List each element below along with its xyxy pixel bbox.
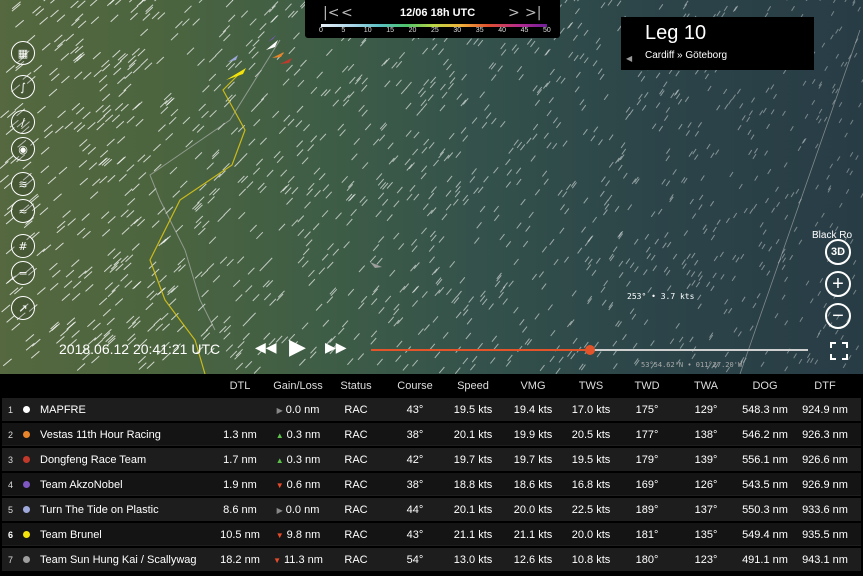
wind-scale-label: 25 xyxy=(431,27,439,34)
boat-mapfre xyxy=(266,40,278,50)
wind-scale-label: 50 xyxy=(543,27,551,34)
current-layer-icon[interactable]: ≈ xyxy=(11,199,35,223)
last-step-button[interactable]: >| xyxy=(525,5,541,21)
boat-turn-the-tide xyxy=(228,55,238,62)
gain-loss-up-icon: ▲ xyxy=(275,456,284,465)
wind-scale-label: 20 xyxy=(408,27,417,34)
rank: 2 xyxy=(8,430,14,440)
wind-scale-label: 5 xyxy=(341,27,346,34)
leg-route: Cardiff » Göteborg xyxy=(645,50,728,61)
rank: 5 xyxy=(8,505,14,515)
table-row[interactable]: 2 Vestas 11th Hour Racing 1.3 nm ▲ 0.3 nm RAC… xyxy=(2,423,861,446)
first-step-button[interactable]: |< xyxy=(323,5,339,21)
team-color-dot xyxy=(23,481,30,488)
leaderboard-table: DTL Gain/Loss Status Course Speed VMG TWS TWD TW… xyxy=(0,374,863,576)
dtf-cell: 935.5 nm xyxy=(802,529,848,541)
team-name[interactable]: Team Brunel xyxy=(40,529,102,541)
boat-vestas xyxy=(272,52,284,58)
rank: 3 xyxy=(8,455,14,465)
table-row[interactable]: 3 Dongfeng Race Team 1.7 nm ▲ 0.3 nm RAC 42° 19… xyxy=(2,448,861,471)
race-map[interactable]: |< < 12/06 18h UTC > >| 0 5 10 15 20 25 30 35 40… xyxy=(0,0,863,374)
table-row[interactable]: 1 MAPFRE ▶ 0.0 nm RAC 43° 19.5 kts 19.4 kts 17.0… xyxy=(2,398,861,421)
column-header-dtf[interactable]: DTF xyxy=(785,380,863,392)
map-layers-icon[interactable]: ▦ xyxy=(11,41,35,65)
collapse-arrow-icon[interactable]: ◀ xyxy=(626,54,632,63)
team-name[interactable]: Team Sun Hung Kai / Scallywag xyxy=(40,554,197,566)
rank: 1 xyxy=(8,405,14,415)
wind-scale-label: 15 xyxy=(386,27,394,34)
boat-scallywag xyxy=(370,262,382,268)
dtf-cell: 926.6 nm xyxy=(802,454,848,466)
rank: 4 xyxy=(8,480,14,490)
track-line-gray xyxy=(149,39,281,331)
table-row[interactable]: 5 Turn The Tide on Plastic 8.6 nm ▶ 0.0 nm RA… xyxy=(2,498,861,521)
wind-scale-label: 35 xyxy=(475,27,484,34)
dtf-cell: 924.9 nm xyxy=(802,404,848,416)
dtf-cell: 933.6 nm xyxy=(802,504,848,516)
play-button[interactable]: ▶ xyxy=(289,335,306,360)
dtf-cell: 926.3 nm xyxy=(802,429,848,441)
wind-layer-icon[interactable]: ≋ xyxy=(11,172,35,196)
boat-team-brunel xyxy=(226,68,246,80)
boat-focus-icon[interactable]: ◉ xyxy=(11,137,35,161)
gain-loss-value: 0.0 nm xyxy=(285,504,320,516)
grid-icon[interactable]: # xyxy=(11,234,35,258)
timeline-bar: |< < 12/06 18h UTC > >| 0 5 10 15 20 25 30 35 40… xyxy=(305,0,560,38)
leg-title: Leg 10 xyxy=(645,22,707,44)
dtf-cell: 943.1 nm xyxy=(802,554,848,566)
gain-loss-down-icon: ▼ xyxy=(275,531,284,540)
table-row[interactable]: 6 Team Brunel 10.5 nm ▼ 9.8 nm RAC 43° 21.1 kts… xyxy=(2,523,861,546)
zoom-in-button[interactable]: + xyxy=(825,271,851,297)
route-tool-icon[interactable]: ∫ xyxy=(11,75,35,99)
team-color-dot xyxy=(23,406,30,413)
prev-step-button[interactable]: < xyxy=(341,5,353,21)
wind-scale-label: 0 xyxy=(319,27,323,34)
team-color-dot xyxy=(23,456,30,463)
rank: 6 xyxy=(8,530,14,540)
gain-loss-flat-icon: ▶ xyxy=(276,506,283,515)
team-name[interactable]: Dongfeng Race Team xyxy=(40,454,146,466)
team-color-dot xyxy=(23,506,30,513)
boat-dongfeng xyxy=(280,58,292,64)
dtf-cell: 926.9 nm xyxy=(802,479,848,491)
playback-clock: 2018.06.12 20:41:21 UTC xyxy=(59,341,221,357)
rewind-button[interactable]: ◀◀ xyxy=(255,340,277,356)
distance-tool-icon[interactable]: ∕ xyxy=(11,110,35,134)
gain-loss-flat-icon: ▶ xyxy=(276,406,283,415)
playback-controls: 2018.06.12 20:41:21 UTC ◀◀ ▶ ▶▶ xyxy=(0,330,863,374)
gain-loss-down-icon: ▼ xyxy=(273,556,281,565)
wind-scale-label: 10 xyxy=(363,27,372,34)
wind-readout: 253° • 3.7 kts xyxy=(627,292,695,301)
team-name[interactable]: Team AkzoNobel xyxy=(40,479,123,491)
gain-loss-down-icon: ▼ xyxy=(275,481,284,490)
team-color-dot xyxy=(23,431,30,438)
playback-slider-handle[interactable] xyxy=(584,345,595,355)
next-step-button[interactable]: > xyxy=(508,5,520,21)
team-name[interactable]: MAPFRE xyxy=(40,404,86,416)
team-name[interactable]: Vestas 11th Hour Racing xyxy=(40,429,161,441)
wind-scale-label: 40 xyxy=(498,27,506,34)
team-name[interactable]: Turn The Tide on Plastic xyxy=(40,504,159,516)
fast-forward-button[interactable]: ▶▶ xyxy=(325,340,347,356)
gain-loss-value: 0.0 nm xyxy=(285,404,320,416)
leg-panel: Leg 10 ◀ Cardiff » Göteborg xyxy=(621,17,814,70)
rank: 7 xyxy=(8,555,14,565)
team-color-dot xyxy=(23,531,30,538)
wind-scale-label: 30 xyxy=(453,27,462,34)
playback-progress xyxy=(371,349,590,351)
boat-akzonobel xyxy=(268,35,276,42)
table-row[interactable]: 7 Team Sun Hung Kai / Scallywag 18.2 nm ▼ 11… xyxy=(2,548,861,571)
table-row[interactable]: 4 Team AkzoNobel 1.9 nm ▼ 0.6 nm RAC 38° 18.8 k… xyxy=(2,473,861,496)
chart-icon[interactable]: ↗ xyxy=(11,296,35,320)
wind-scale-label: 45 xyxy=(520,27,529,34)
view-3d-button[interactable]: 3D xyxy=(825,239,851,265)
gain-loss-up-icon: ▲ xyxy=(275,431,284,440)
playback-slider[interactable] xyxy=(371,345,808,355)
zoom-out-button[interactable]: − xyxy=(825,303,851,329)
ruler-icon[interactable]: ═ xyxy=(11,261,35,285)
timeline-date: 12/06 18h UTC xyxy=(400,7,476,19)
table-header: DTL Gain/Loss Status Course Speed VMG TWS TWD TW… xyxy=(0,374,863,398)
fullscreen-icon[interactable] xyxy=(830,342,848,360)
team-color-dot xyxy=(23,556,30,563)
